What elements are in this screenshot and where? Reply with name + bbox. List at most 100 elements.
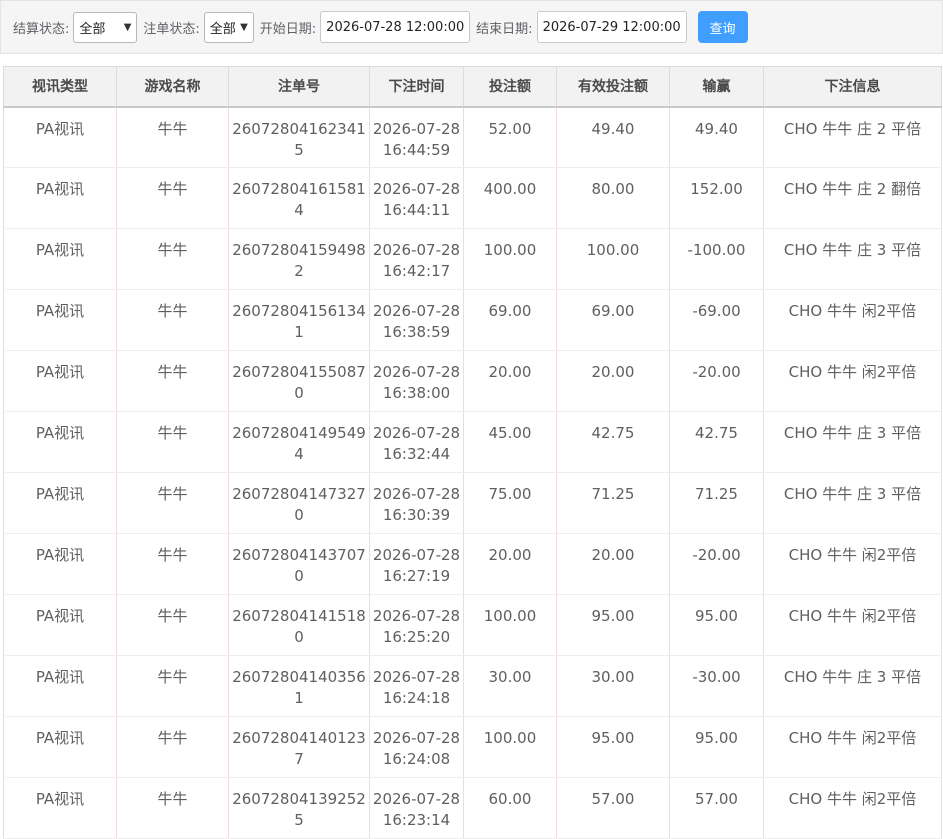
table-row: PA视讯 牛牛 260728041403561 2026-07-28 16:24:18 3… <box>3 655 942 717</box>
cell-game-name: 牛牛 <box>116 655 229 717</box>
header-valid-bet: 有效投注额 <box>556 66 670 108</box>
bet-date: 2026-07-28 <box>372 119 461 138</box>
header-bet-time: 下注时间 <box>369 66 464 108</box>
start-date-input[interactable]: 2026-07-28 12:00:00 <box>320 11 471 43</box>
cell-bet-time: 2026-07-28 16:24:18 <box>369 655 464 717</box>
cell-bet-info: CHO 牛牛 庄 3 平倍 <box>763 472 942 534</box>
cell-order-number: 260728041623415 <box>228 106 370 168</box>
cell-game-name: 牛牛 <box>116 472 229 534</box>
bet-clock-time: 16:27:19 <box>382 567 451 585</box>
cell-bet-amount: 100.00 <box>463 594 557 656</box>
cell-bet-amount: 69.00 <box>463 289 557 351</box>
table-row: PA视讯 牛牛 260728041495494 2026-07-28 16:32:44 4… <box>3 411 942 473</box>
cell-win-loss: 71.25 <box>669 472 764 534</box>
cell-order-number: 260728041401237 <box>228 716 370 778</box>
cell-order-number: 260728041437070 <box>228 533 370 595</box>
bet-clock-time: 16:44:59 <box>382 140 451 159</box>
cell-order-number: 260728041495494 <box>228 411 370 473</box>
bet-date: 2026-07-28 <box>372 546 461 564</box>
query-button[interactable]: 查询 <box>697 11 748 43</box>
cell-bet-amount: 75.00 <box>463 472 557 534</box>
cell-valid-bet: 95.00 <box>556 594 670 656</box>
cell-bet-time: 2026-07-28 16:42:17 <box>369 228 464 290</box>
bet-date: 2026-07-28 <box>372 607 461 625</box>
cell-bet-time: 2026-07-28 16:38:59 <box>369 289 464 351</box>
cell-win-loss: -20.00 <box>669 350 764 412</box>
cell-bet-info: CHO 牛牛 庄 3 平倍 <box>763 655 942 717</box>
cell-win-loss: 49.40 <box>669 106 764 168</box>
table-row: PA视讯 牛牛 260728041437070 2026-07-28 16:27:19 2… <box>3 533 942 595</box>
cell-bet-time: 2026-07-28 16:24:08 <box>369 716 464 778</box>
table-row: PA视讯 牛牛 260728041594982 2026-07-28 16:42:17 1… <box>3 228 942 290</box>
cell-bet-time: 2026-07-28 16:44:11 <box>369 167 464 229</box>
cell-bet-time: 2026-07-28 16:32:44 <box>369 411 464 473</box>
cell-video-type: PA视讯 <box>3 106 117 168</box>
header-order-number: 注单号 <box>228 66 370 108</box>
header-win-loss: 输赢 <box>669 66 764 108</box>
cell-bet-amount: 100.00 <box>463 716 557 778</box>
cell-order-number: 260728041550870 <box>228 350 370 412</box>
cell-video-type: PA视讯 <box>3 350 117 412</box>
cell-valid-bet: 71.25 <box>556 472 670 534</box>
table-row: PA视讯 牛牛 260728041415180 2026-07-28 16:25:20 1… <box>3 594 942 656</box>
bet-clock-time: 16:30:39 <box>382 506 451 524</box>
cell-valid-bet: 20.00 <box>556 350 670 412</box>
header-game-name: 游戏名称 <box>116 66 229 108</box>
bet-date: 2026-07-28 <box>372 363 461 381</box>
chevron-down-icon: ▼ <box>240 21 248 33</box>
cell-game-name: 牛牛 <box>116 350 229 412</box>
bet-date: 2026-07-28 <box>372 729 461 747</box>
table-row: PA视讯 牛牛 260728041615814 2026-07-28 16:44:11 4… <box>3 167 942 229</box>
end-date-input[interactable]: 2026-07-29 12:00:00 <box>536 11 687 43</box>
cell-game-name: 牛牛 <box>116 106 229 168</box>
cell-win-loss: 95.00 <box>669 716 764 778</box>
cell-valid-bet: 100.00 <box>556 228 670 290</box>
table-row: PA视讯 牛牛 260728041473270 2026-07-28 16:30:39 7… <box>3 472 942 534</box>
cell-bet-info: CHO 牛牛 闲2平倍 <box>763 289 942 351</box>
cell-bet-time: 2026-07-28 16:25:20 <box>369 594 464 656</box>
bet-date: 2026-07-28 <box>372 180 461 198</box>
cell-bet-info: CHO 牛牛 闲2平倍 <box>763 594 942 656</box>
bet-clock-time: 16:44:11 <box>382 201 451 219</box>
end-date-label: 结束日期: <box>476 21 533 37</box>
cell-video-type: PA视讯 <box>3 167 117 229</box>
cell-order-number: 260728041594982 <box>228 228 370 290</box>
cell-win-loss: -69.00 <box>669 289 764 351</box>
cell-bet-amount: 20.00 <box>463 533 557 595</box>
cell-video-type: PA视讯 <box>3 777 117 839</box>
cell-bet-time: 2026-07-28 16:30:39 <box>369 472 464 534</box>
cell-valid-bet: 95.00 <box>556 716 670 778</box>
table-body: PA视讯 牛牛 260728041623415 2026-07-28 16:44:59 5… <box>3 106 942 839</box>
cell-bet-time: 2026-07-28 16:44:59 <box>369 106 464 168</box>
settle-status-value: 全部 <box>79 21 106 37</box>
cell-video-type: PA视讯 <box>3 472 117 534</box>
cell-bet-amount: 52.00 <box>463 106 557 168</box>
table-row: PA视讯 牛牛 260728041550870 2026-07-28 16:38:00 2… <box>3 350 942 412</box>
cell-game-name: 牛牛 <box>116 594 229 656</box>
cell-game-name: 牛牛 <box>116 228 229 290</box>
cell-game-name: 牛牛 <box>116 716 229 778</box>
chevron-down-icon: ▼ <box>123 21 132 33</box>
cell-game-name: 牛牛 <box>116 289 229 351</box>
order-status-select[interactable]: 全部 ▼ <box>203 11 254 43</box>
cell-order-number: 260728041415180 <box>228 594 370 656</box>
bet-clock-time: 16:24:18 <box>382 689 451 707</box>
cell-bet-amount: 30.00 <box>463 655 557 717</box>
bet-clock-time: 16:32:44 <box>382 445 451 463</box>
cell-valid-bet: 49.40 <box>556 106 670 168</box>
cell-bet-info: CHO 牛牛 闲2平倍 <box>763 350 942 412</box>
settle-status-select[interactable]: 全部 ▼ <box>73 11 138 43</box>
filter-bar: 结算状态: 全部 ▼ 注单状态: 全部 ▼ 开始日期: 2026-07-28 1… <box>0 0 943 54</box>
header-bet-amount: 投注额 <box>463 66 557 108</box>
cell-game-name: 牛牛 <box>116 167 229 229</box>
cell-game-name: 牛牛 <box>116 777 229 839</box>
cell-bet-info: CHO 牛牛 庄 3 平倍 <box>763 411 942 473</box>
cell-win-loss: 42.75 <box>669 411 764 473</box>
cell-valid-bet: 42.75 <box>556 411 670 473</box>
cell-order-number: 260728041561341 <box>228 289 370 351</box>
cell-bet-time: 2026-07-28 16:27:19 <box>369 533 464 595</box>
bet-clock-time: 16:24:08 <box>382 750 451 768</box>
cell-order-number: 260728041615814 <box>228 167 370 229</box>
cell-bet-info: CHO 牛牛 庄 2 翻倍 <box>763 167 942 229</box>
cell-win-loss: 57.00 <box>669 777 764 839</box>
